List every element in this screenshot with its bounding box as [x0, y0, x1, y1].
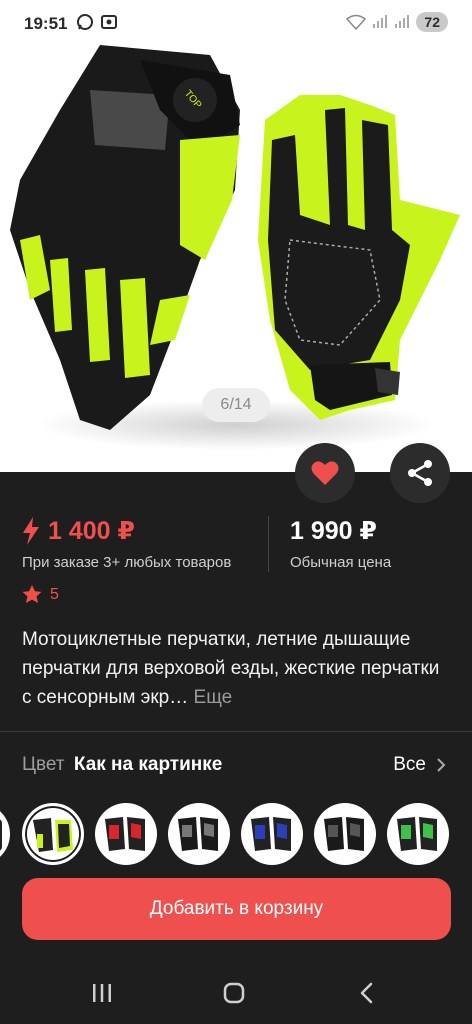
arrow-left-icon — [27, 66, 49, 86]
system-nav-bar — [0, 960, 472, 1024]
share-icon — [408, 460, 432, 486]
rating[interactable]: 5 — [22, 585, 59, 604]
chevron-right-icon — [437, 758, 446, 772]
share-button[interactable] — [390, 443, 450, 503]
battery-level: 72 — [416, 12, 448, 32]
variant-thumbnail[interactable] — [387, 803, 449, 865]
status-time: 19:51 — [24, 14, 68, 33]
wifi-icon — [346, 14, 367, 30]
home-button[interactable] — [214, 980, 254, 1006]
variant-thumbnail[interactable] — [314, 803, 376, 865]
price-divider — [268, 516, 269, 572]
variant-selector-header: Цвет Как на картинке Все — [22, 754, 450, 776]
variant-thumbnail[interactable] — [95, 803, 157, 865]
all-variants-label: Все — [393, 754, 426, 775]
variant-thumbnails — [0, 800, 472, 866]
signal-icon — [373, 15, 388, 28]
variant-label: Цвет — [22, 754, 65, 775]
promo-price-block: 1 400 ₽ При заказе 3+ любых товаров — [22, 516, 231, 571]
variant-value: Как на картинке — [73, 754, 223, 775]
system-back-button[interactable] — [346, 980, 386, 1006]
lightning-icon — [23, 517, 39, 545]
screen-record-icon — [101, 15, 117, 29]
star-icon — [22, 585, 42, 603]
status-bar: 19:51 72 — [0, 0, 472, 48]
promo-price: 1 400 ₽ — [48, 517, 135, 545]
chevron-left-icon — [360, 982, 373, 1004]
show-more-link[interactable]: Еще — [194, 687, 233, 708]
regular-price: 1 990 ₽ — [290, 517, 377, 545]
promo-price-caption: При заказе 3+ любых товаров — [22, 554, 232, 571]
add-to-cart-button[interactable]: Добавить в корзину — [22, 878, 451, 940]
heart-icon — [311, 461, 339, 485]
signal-icon-2 — [395, 15, 410, 28]
image-counter: 6/14 — [202, 388, 270, 422]
rating-value: 5 — [50, 585, 59, 603]
product-title[interactable]: Мотоциклетные перчатки, летние дышащие п… — [22, 625, 452, 712]
recent-apps-icon — [93, 984, 111, 1002]
whatsapp-icon — [77, 14, 93, 30]
variant-thumbnail[interactable] — [168, 803, 230, 865]
favorite-button[interactable] — [295, 443, 355, 503]
section-divider — [0, 731, 472, 732]
variant-thumbnail-selected[interactable] — [22, 803, 84, 865]
regular-price-block: 1 990 ₽ Обычная цена — [290, 516, 391, 571]
recent-apps-button[interactable] — [82, 980, 122, 1006]
variant-thumbnail[interactable] — [241, 803, 303, 865]
regular-price-caption: Обычная цена — [290, 554, 392, 571]
variant-thumbnail[interactable] — [0, 803, 10, 865]
all-variants-link[interactable]: Все — [393, 754, 446, 776]
back-button[interactable] — [18, 56, 58, 96]
home-icon — [223, 982, 245, 1004]
